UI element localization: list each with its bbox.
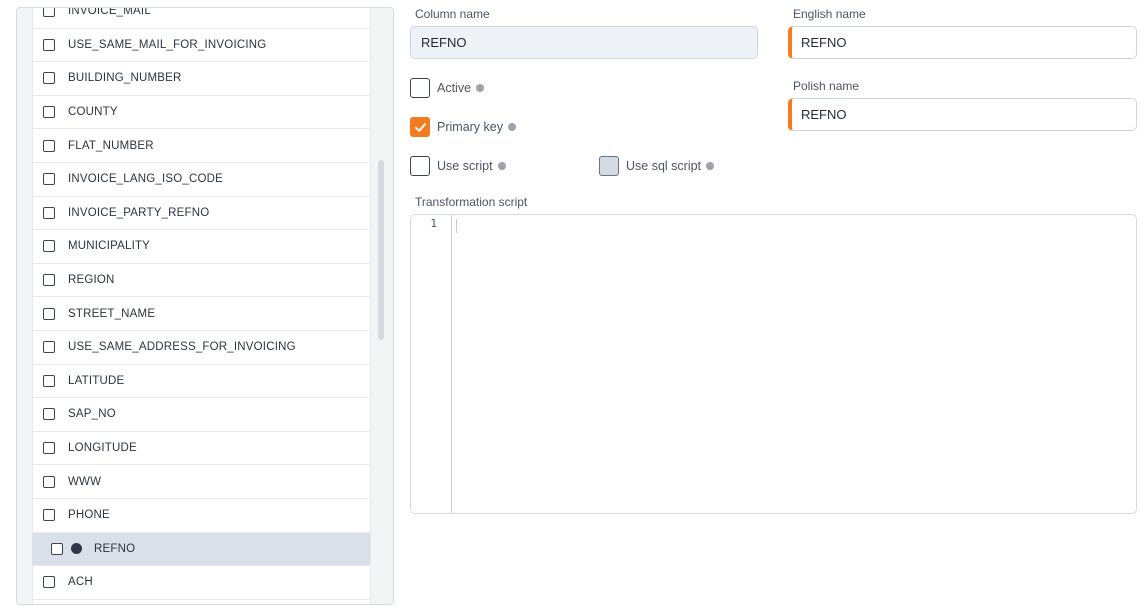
list-item-label: LONGITUDE xyxy=(68,442,137,455)
polish-name-value: REFNO xyxy=(801,107,847,122)
list-item-label: INVOICE_PARTY_REFNO xyxy=(68,206,210,219)
list-item-checkbox[interactable] xyxy=(43,341,55,354)
info-dot-icon xyxy=(507,123,516,131)
use-sql-script-label: Use sql script xyxy=(626,159,702,173)
primary-key-checkbox-row[interactable]: Primary key xyxy=(410,117,516,137)
list-item[interactable]: REGION xyxy=(32,264,371,298)
list-item-checkbox[interactable] xyxy=(43,576,55,589)
list-item-checkbox[interactable] xyxy=(43,72,55,85)
list-item[interactable]: FLAT_NUMBER xyxy=(32,129,371,163)
transformation-script-label: Transformation script xyxy=(415,195,528,209)
list-item-checkbox[interactable] xyxy=(43,206,55,219)
list-item-checkbox[interactable] xyxy=(43,307,55,320)
list-item-label: INVOICE_LANG_ISO_CODE xyxy=(68,173,224,186)
list-item-label: SAP_NO xyxy=(68,408,116,421)
list-item-checkbox[interactable] xyxy=(43,139,55,152)
list-item-label: STREET_NAME xyxy=(68,307,156,320)
list-item-checkbox[interactable] xyxy=(43,240,55,253)
list-item-label: COUNTY xyxy=(68,106,118,119)
list-item-label: INVOICE_MAIL xyxy=(68,7,151,18)
use-sql-script-checkbox xyxy=(599,156,619,176)
list-item[interactable]: WWW xyxy=(32,465,371,499)
list-item-label: USE_SAME_ADDRESS_FOR_INVOICING xyxy=(68,341,296,354)
active-checkbox-row[interactable]: Active xyxy=(410,78,485,98)
use-script-checkbox[interactable] xyxy=(410,156,430,176)
list-item-label: BUILDING_NUMBER xyxy=(68,72,182,85)
column-list: INVOICE_MAIL USE_SAME_MAIL_FOR_INVOICING B… xyxy=(32,7,373,600)
selected-dot-icon xyxy=(71,543,82,555)
list-item-label: LATITUDE xyxy=(68,374,125,387)
column-name-label: Column name xyxy=(415,7,490,21)
list-item[interactable]: STREET_NAME xyxy=(32,297,371,331)
list-item-checkbox[interactable] xyxy=(43,274,55,287)
english-name-label: English name xyxy=(793,7,866,21)
list-item-label: WWW xyxy=(68,475,102,488)
column-name-value: REFNO xyxy=(421,35,467,50)
list-item[interactable]: LONGITUDE xyxy=(32,432,371,466)
column-list-panel: INVOICE_MAIL USE_SAME_MAIL_FOR_INVOICING B… xyxy=(16,7,394,605)
list-item-checkbox[interactable] xyxy=(43,475,55,488)
list-scrollbar[interactable] xyxy=(370,8,393,604)
list-scrollbar-thumb[interactable] xyxy=(378,160,384,340)
active-label: Active xyxy=(437,81,472,95)
list-item-label: PHONE xyxy=(68,509,110,522)
use-sql-script-checkbox-row: Use sql script xyxy=(599,156,715,176)
list-item[interactable]: SAP_NO xyxy=(32,398,371,432)
list-item-label: USE_SAME_MAIL_FOR_INVOICING xyxy=(68,38,267,51)
primary-key-checkbox[interactable] xyxy=(410,117,430,137)
list-item-checkbox[interactable] xyxy=(43,173,55,186)
list-item[interactable]: INVOICE_PARTY_REFNO xyxy=(32,197,371,231)
column-name-field: REFNO xyxy=(410,26,758,59)
checkmark-icon xyxy=(414,122,426,132)
list-item[interactable]: USE_SAME_MAIL_FOR_INVOICING xyxy=(32,29,371,63)
list-item[interactable]: USE_SAME_ADDRESS_FOR_INVOICING xyxy=(32,331,371,365)
editor-caret xyxy=(456,219,457,233)
english-name-value: REFNO xyxy=(801,35,847,50)
list-item-label: REFNO xyxy=(94,542,136,555)
list-item-checkbox[interactable] xyxy=(51,542,63,555)
list-item[interactable]: REFNO xyxy=(32,532,373,567)
polish-name-field[interactable]: REFNO xyxy=(788,98,1137,131)
list-gutter xyxy=(17,8,33,604)
polish-name-label: Polish name xyxy=(793,79,860,93)
list-item[interactable]: COUNTY xyxy=(32,96,371,130)
english-name-field[interactable]: REFNO xyxy=(788,26,1137,59)
list-item[interactable]: LATITUDE xyxy=(32,365,371,399)
transformation-script-editor[interactable]: 1 xyxy=(410,214,1137,514)
active-checkbox[interactable] xyxy=(410,78,430,98)
list-item-label: ACH xyxy=(68,576,93,589)
list-item[interactable]: BUILDING_NUMBER xyxy=(32,62,371,96)
list-item[interactable]: INVOICE_LANG_ISO_CODE xyxy=(32,163,371,197)
list-item-checkbox[interactable] xyxy=(43,442,55,455)
list-item-checkbox[interactable] xyxy=(43,8,55,18)
info-dot-icon xyxy=(497,162,506,170)
list-item-checkbox[interactable] xyxy=(43,374,55,387)
editor-gutter: 1 xyxy=(411,215,452,513)
list-item-checkbox[interactable] xyxy=(43,509,55,522)
list-item-label: FLAT_NUMBER xyxy=(68,139,154,152)
list-item[interactable]: ACH xyxy=(32,566,371,600)
list-item-label: MUNICIPALITY xyxy=(68,240,151,253)
list-item-label: REGION xyxy=(68,274,115,287)
use-script-label: Use script xyxy=(437,159,493,173)
info-dot-icon xyxy=(706,162,715,170)
list-item[interactable]: PHONE xyxy=(32,499,371,533)
editor-line-number: 1 xyxy=(430,217,437,230)
list-item[interactable]: INVOICE_MAIL xyxy=(32,7,371,29)
primary-key-label: Primary key xyxy=(437,120,503,134)
use-script-checkbox-row[interactable]: Use script xyxy=(410,156,506,176)
list-item-checkbox[interactable] xyxy=(43,106,55,119)
list-item-checkbox[interactable] xyxy=(43,408,55,421)
list-item[interactable]: MUNICIPALITY xyxy=(32,230,371,264)
info-dot-icon xyxy=(476,84,485,92)
list-item-checkbox[interactable] xyxy=(43,38,55,51)
